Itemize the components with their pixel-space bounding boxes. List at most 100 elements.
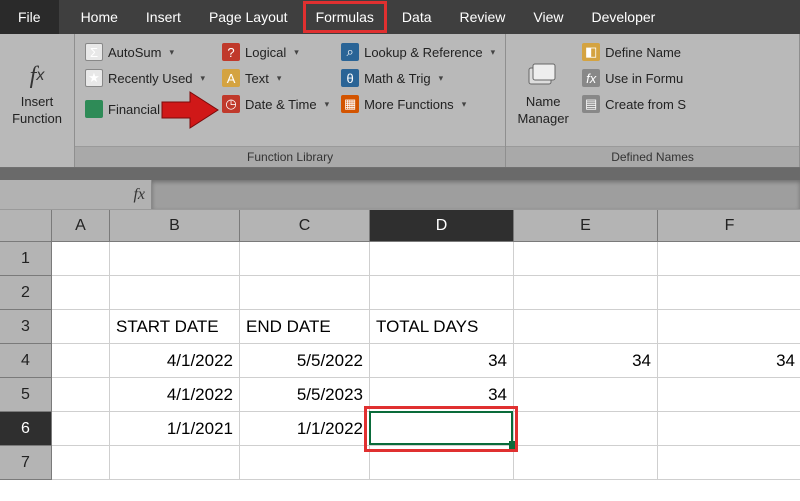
tab-strip: File Home Insert Page Layout Formulas Da…: [0, 0, 800, 34]
function-library-group-label: Function Library: [75, 146, 505, 167]
math-button[interactable]: θ Math & Trig: [337, 66, 499, 90]
col-header-e[interactable]: E: [514, 210, 658, 242]
row-header-7[interactable]: 7: [0, 446, 52, 480]
cell-f4[interactable]: 34: [658, 344, 800, 378]
cell-b3[interactable]: START DATE: [110, 310, 240, 344]
name-manager-label-2: Manager: [518, 111, 569, 126]
cell-d1[interactable]: [370, 242, 514, 276]
tab-developer[interactable]: Developer: [578, 0, 670, 34]
tab-data[interactable]: Data: [388, 0, 446, 34]
cell-d7[interactable]: [370, 446, 514, 480]
use-in-formula-button[interactable]: fx Use in Formu: [578, 66, 690, 90]
cell-b7[interactable]: [110, 446, 240, 480]
sigma-icon: Σ: [85, 43, 103, 61]
cell-d6[interactable]: [370, 412, 514, 446]
cell-d3[interactable]: TOTAL DAYS: [370, 310, 514, 344]
insert-function-button[interactable]: fx Insert Function: [6, 40, 68, 146]
cell-b2[interactable]: [110, 276, 240, 310]
star-icon: ★: [85, 69, 103, 87]
cell-c2[interactable]: [240, 276, 370, 310]
fx-small-icon: fx: [582, 69, 600, 87]
cell-b5[interactable]: 4/1/2022: [110, 378, 240, 412]
cell-c3[interactable]: END DATE: [240, 310, 370, 344]
cell-f1[interactable]: [658, 242, 800, 276]
defined-names-group-label: Defined Names: [506, 146, 799, 167]
row-header-3[interactable]: 3: [0, 310, 52, 344]
define-name-button[interactable]: ◧ Define Name: [578, 40, 690, 64]
formula-input[interactable]: [152, 180, 800, 209]
cell-a2[interactable]: [52, 276, 110, 310]
cell-b1[interactable]: [110, 242, 240, 276]
row-header-4[interactable]: 4: [0, 344, 52, 378]
create-from-selection-button[interactable]: ▤ Create from S: [578, 92, 690, 116]
cell-b6[interactable]: 1/1/2021: [110, 412, 240, 446]
tab-formulas[interactable]: Formulas: [302, 0, 388, 34]
cell-c6[interactable]: 1/1/2022: [240, 412, 370, 446]
cell-c1[interactable]: [240, 242, 370, 276]
name-manager-button[interactable]: Name Manager: [512, 40, 574, 146]
text-icon: A: [222, 69, 240, 87]
financial-button[interactable]: Financial: [81, 97, 160, 121]
logical-icon: ?: [222, 43, 240, 61]
col-header-a[interactable]: A: [52, 210, 110, 242]
row-header-6[interactable]: 6: [0, 412, 52, 446]
cell-c4[interactable]: 5/5/2022: [240, 344, 370, 378]
cell-f2[interactable]: [658, 276, 800, 310]
cell-a6[interactable]: [52, 412, 110, 446]
cell-e5[interactable]: [514, 378, 658, 412]
lookup-button[interactable]: ⌕ Lookup & Reference: [337, 40, 499, 64]
tab-file[interactable]: File: [0, 0, 59, 34]
tab-page-layout[interactable]: Page Layout: [195, 0, 302, 34]
cell-b4[interactable]: 4/1/2022: [110, 344, 240, 378]
more-functions-button[interactable]: ▦ More Functions: [337, 92, 499, 116]
formula-fx-label[interactable]: fx: [0, 180, 152, 209]
tab-review[interactable]: Review: [446, 0, 520, 34]
cell-e3[interactable]: [514, 310, 658, 344]
col-header-f[interactable]: F: [658, 210, 800, 242]
select-all-corner[interactable]: [0, 210, 52, 242]
tab-home[interactable]: Home: [67, 0, 132, 34]
cell-a5[interactable]: [52, 378, 110, 412]
logical-button[interactable]: ? Logical: [218, 40, 333, 64]
date-time-button[interactable]: ◷ Date & Time: [218, 92, 333, 116]
cell-d4[interactable]: 34: [370, 344, 514, 378]
cell-a7[interactable]: [52, 446, 110, 480]
cell-a4[interactable]: [52, 344, 110, 378]
row-header-2[interactable]: 2: [0, 276, 52, 310]
more-icon: ▦: [341, 95, 359, 113]
autosum-button[interactable]: Σ AutoSum: [81, 40, 214, 64]
cell-d5[interactable]: 34: [370, 378, 514, 412]
name-manager-label-1: Name: [526, 94, 561, 109]
row-header-1[interactable]: 1: [0, 242, 52, 276]
cell-f7[interactable]: [658, 446, 800, 480]
cell-f6[interactable]: [658, 412, 800, 446]
col-header-c[interactable]: C: [240, 210, 370, 242]
cell-f3[interactable]: [658, 310, 800, 344]
tab-insert[interactable]: Insert: [132, 0, 195, 34]
spreadsheet[interactable]: ABCDEF1234567START DATEEND DATETOTAL DAY…: [0, 210, 800, 501]
cell-e4[interactable]: 34: [514, 344, 658, 378]
cell-c5[interactable]: 5/5/2023: [240, 378, 370, 412]
cell-e6[interactable]: [514, 412, 658, 446]
col-header-b[interactable]: B: [110, 210, 240, 242]
col-header-d[interactable]: D: [370, 210, 514, 242]
tab-view[interactable]: View: [519, 0, 577, 34]
recently-used-button[interactable]: ★ Recently Used: [81, 66, 214, 90]
financial-icon: [85, 100, 103, 118]
cell-a3[interactable]: [52, 310, 110, 344]
grid-icon: ▤: [582, 95, 600, 113]
row-header-5[interactable]: 5: [0, 378, 52, 412]
cell-a1[interactable]: [52, 242, 110, 276]
fill-handle[interactable]: [509, 441, 517, 449]
cell-e1[interactable]: [514, 242, 658, 276]
tag-icon: ◧: [582, 43, 600, 61]
cell-e2[interactable]: [514, 276, 658, 310]
cell-e7[interactable]: [514, 446, 658, 480]
text-button[interactable]: A Text: [218, 66, 333, 90]
cell-d2[interactable]: [370, 276, 514, 310]
lookup-icon: ⌕: [341, 43, 359, 61]
insert-function-label-1: Insert: [21, 94, 54, 109]
name-manager-icon: [527, 60, 559, 92]
cell-f5[interactable]: [658, 378, 800, 412]
cell-c7[interactable]: [240, 446, 370, 480]
